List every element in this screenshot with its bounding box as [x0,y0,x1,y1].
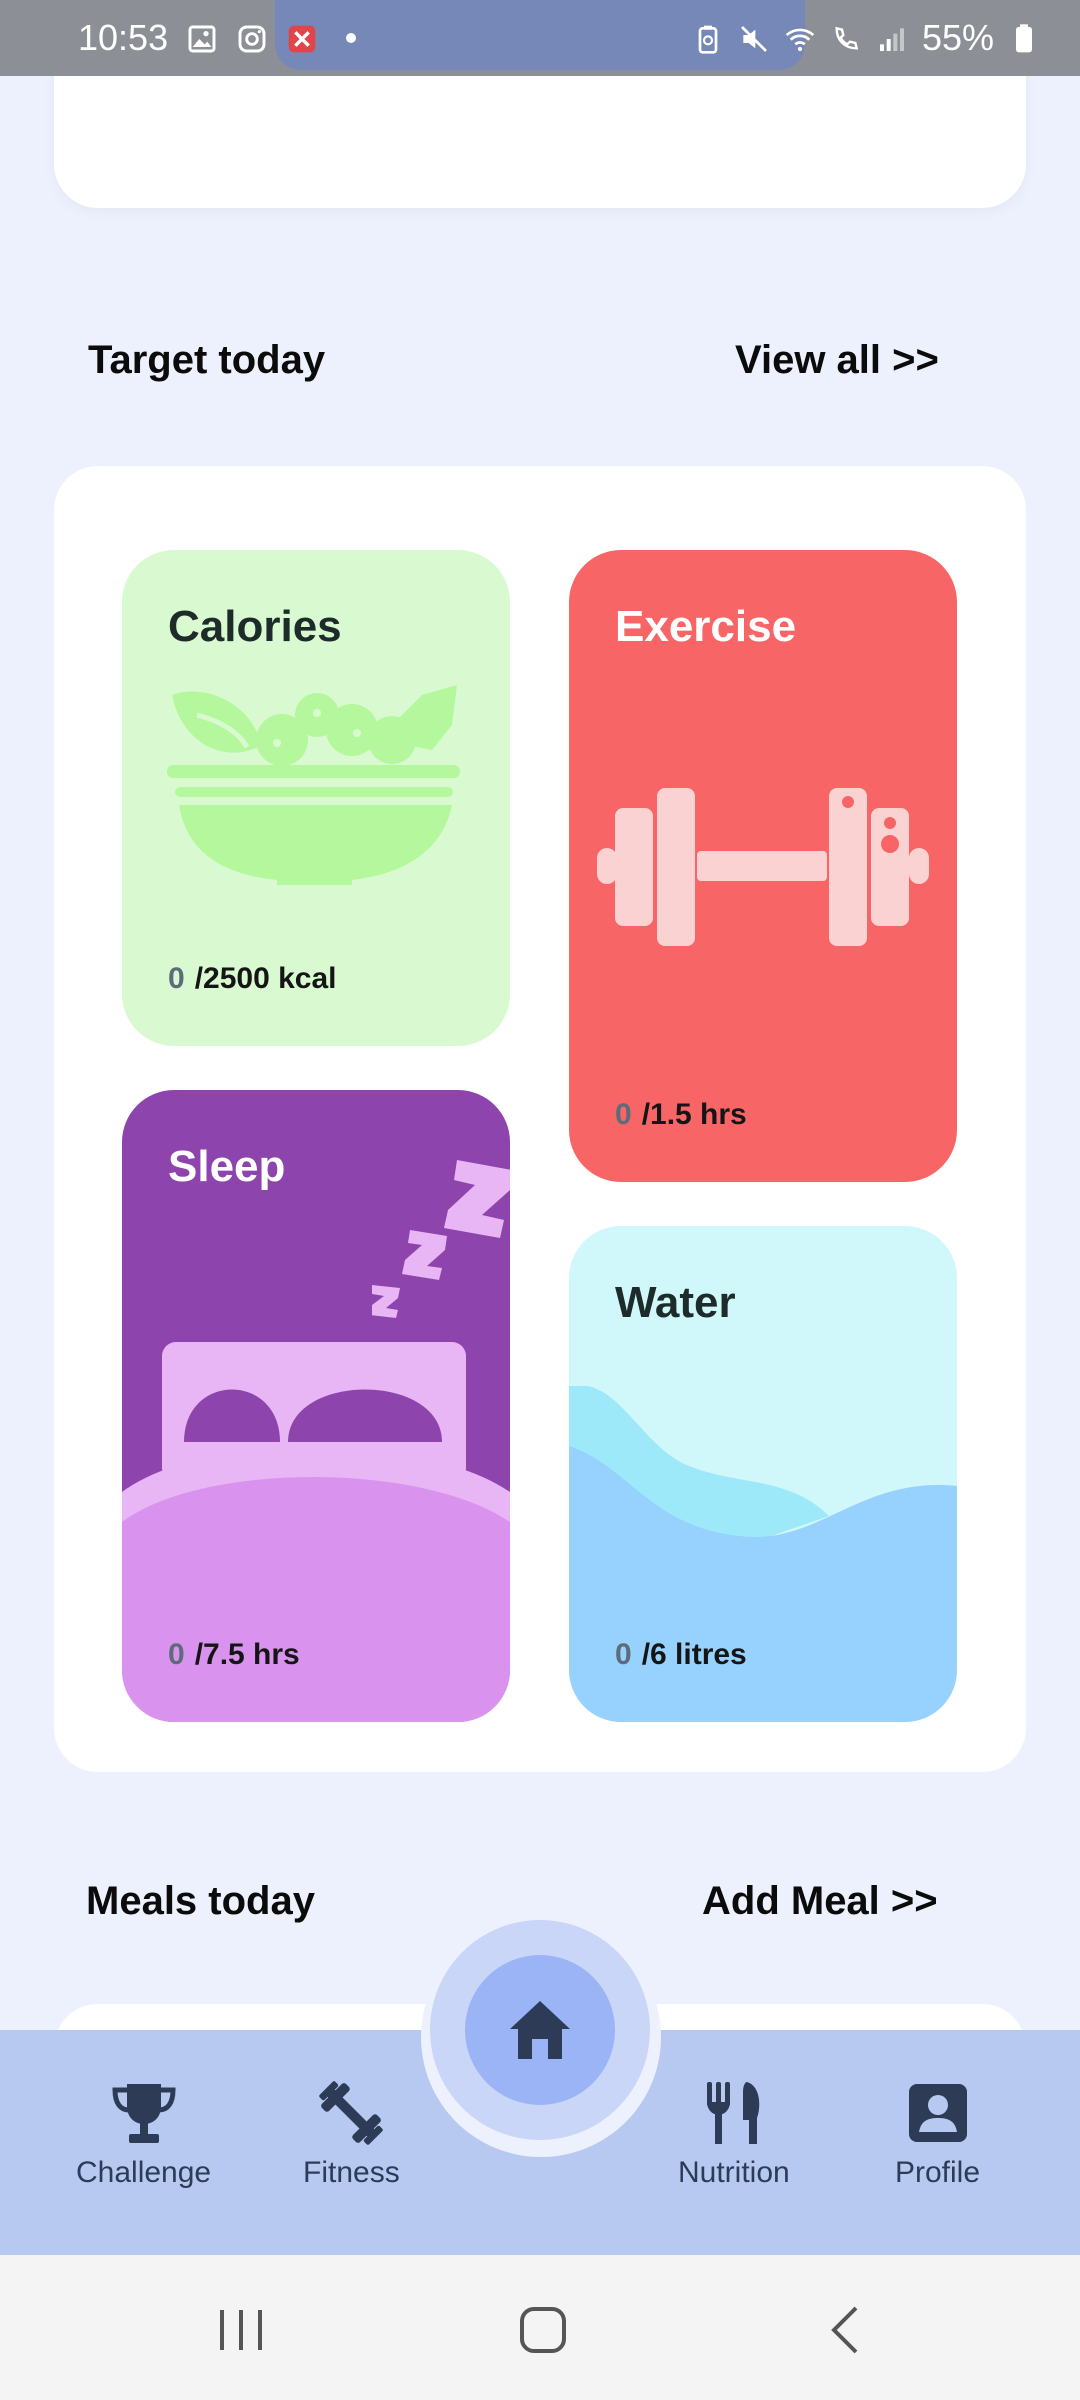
add-meal-link[interactable]: Add Meal >> [702,1879,938,1924]
sleep-target: /7.5 hrs [194,1638,300,1671]
battery-saver-icon [692,22,724,54]
profile-icon [908,2084,967,2142]
nav-challenge-label: Challenge [76,2156,212,2189]
sleep-tile[interactable]: Sleep 0/7.5 hrs [122,1090,510,1722]
nav-fitness[interactable]: Fitness [303,2078,400,2190]
water-current: 0 [615,1638,632,1671]
battery-icon [1008,22,1040,54]
sleep-current: 0 [168,1638,185,1671]
instagram-icon [236,22,268,54]
sleep-title: Sleep [168,1142,286,1191]
meals-today-title: Meals today [86,1879,315,1923]
water-value: 0/6 litres [615,1638,747,1672]
nav-challenge[interactable]: Challenge [76,2078,211,2190]
nav-fitness-label: Fitness [303,2156,400,2189]
nav-nutrition-label: Nutrition [678,2156,790,2189]
nav-nutrition[interactable]: Nutrition [678,2078,790,2190]
home-button[interactable] [465,1955,615,2105]
calories-tile[interactable]: Calories 0/2500 kcal [122,550,510,1046]
exercise-tile[interactable]: Exercise 0/1.5 hrs [569,550,957,1182]
zzz-icon [372,1160,510,1318]
wifi-calling-icon [830,22,862,54]
exercise-title: Exercise [615,602,797,651]
home-system-icon[interactable] [518,2305,568,2355]
dumbbell-icon [597,788,929,946]
home-icon [510,2001,570,2059]
calories-current: 0 [168,962,185,995]
app-notification-icon [286,22,318,54]
dumbbell-icon [319,2081,384,2145]
exercise-current: 0 [615,1098,632,1131]
gallery-icon [186,22,218,54]
exercise-value: 0/1.5 hrs [615,1098,747,1132]
status-time: 10:53 [78,17,169,58]
target-today-title: Target today [88,338,326,382]
trophy-icon [112,2084,176,2143]
calories-value: 0/2500 kcal [168,962,336,996]
water-tile[interactable]: Water 0/6 litres [569,1226,957,1722]
nav-profile-label: Profile [895,2156,981,2189]
view-all-link[interactable]: View all >> [735,338,939,383]
sleep-value: 0/7.5 hrs [168,1638,300,1672]
calories-target: /2500 kcal [194,962,337,995]
status-bar: 10:53 55% [0,0,1080,76]
water-title: Water [615,1278,736,1327]
nav-profile[interactable]: Profile [895,2078,980,2190]
battery-percent: 55% [921,17,994,58]
wifi-icon [784,22,816,54]
back-icon[interactable] [822,2305,872,2355]
more-notifications-dot [346,33,357,43]
fork-knife-icon [706,2082,760,2144]
recent-apps-icon[interactable] [216,2305,266,2355]
system-nav-bar [0,2255,1080,2400]
water-target: /6 litres [641,1638,747,1671]
signal-icon [876,22,908,54]
salad-bowl-icon [167,685,460,885]
exercise-target: /1.5 hrs [641,1098,747,1131]
mute-icon [738,22,770,54]
calories-title: Calories [168,602,342,651]
